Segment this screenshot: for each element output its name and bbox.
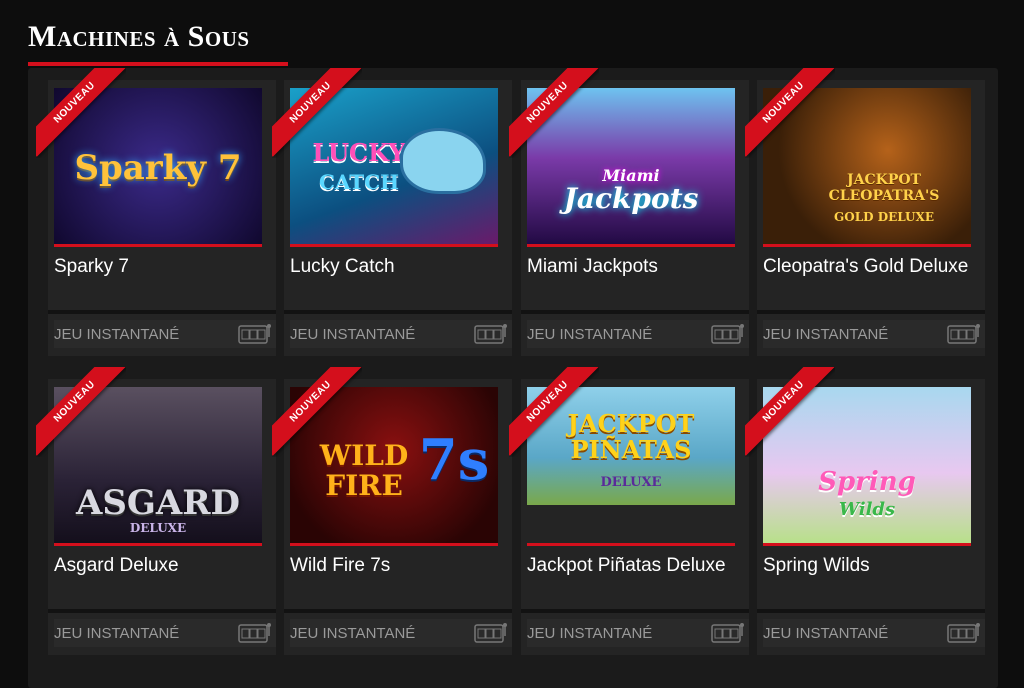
play-mode-label[interactable]: JEU INSTANTANÉ	[763, 625, 888, 642]
game-card[interactable]: NOUVEAU LUCKY CATCH Lucky Catch JEU INST…	[272, 68, 512, 356]
play-bar[interactable]: JEU INSTANTANÉ	[54, 619, 276, 647]
slot-machine-icon	[711, 623, 744, 643]
card-divider	[284, 310, 512, 314]
game-name[interactable]: Miami Jackpots	[527, 256, 658, 278]
art-title: ASGARD	[75, 483, 241, 523]
card-divider	[757, 609, 985, 613]
art-subtitle: DELUXE	[129, 521, 187, 535]
game-name[interactable]: Sparky 7	[54, 256, 129, 278]
thumb-accent-line	[527, 543, 735, 546]
slot-machine-icon	[947, 324, 980, 344]
game-name[interactable]: Wild Fire 7s	[290, 555, 390, 577]
card-divider	[48, 310, 276, 314]
new-ribbon: NOUVEAU	[36, 367, 126, 457]
new-ribbon: NOUVEAU	[745, 367, 835, 457]
slot-machine-icon	[238, 324, 271, 344]
play-bar[interactable]: JEU INSTANTANÉ	[527, 619, 749, 647]
play-mode-label[interactable]: JEU INSTANTANÉ	[290, 326, 415, 343]
art-subtitle: GOLD DELUXE	[834, 210, 934, 224]
play-bar[interactable]: JEU INSTANTANÉ	[290, 619, 512, 647]
play-mode-label[interactable]: JEU INSTANTANÉ	[54, 326, 179, 343]
games-grid: NOUVEAU Sparky 7 Sparky 7 JEU INSTANTANÉ…	[28, 68, 998, 688]
game-card[interactable]: NOUVEAU JACKPOT PIÑATAS DELUXE Jackpot P…	[509, 367, 749, 655]
game-name[interactable]: Lucky Catch	[290, 256, 395, 278]
slot-machine-icon	[474, 623, 507, 643]
new-ribbon: NOUVEAU	[36, 68, 126, 158]
new-ribbon: NOUVEAU	[745, 68, 835, 158]
play-bar[interactable]: JEU INSTANTANÉ	[763, 619, 985, 647]
game-card[interactable]: NOUVEAU Miami Jackpots Miami Jackpots JE…	[509, 68, 749, 356]
title-underline	[28, 62, 288, 66]
thumb-accent-line	[763, 543, 971, 546]
art-subtitle: Wilds	[838, 499, 896, 520]
thumb-accent-line	[54, 244, 262, 247]
card-divider	[48, 609, 276, 613]
art-title: Spring	[818, 467, 916, 497]
new-ribbon: NOUVEAU	[509, 68, 599, 158]
thumb-accent-line	[290, 543, 498, 546]
play-bar[interactable]: JEU INSTANTANÉ	[54, 320, 276, 348]
game-name[interactable]: Spring Wilds	[763, 555, 870, 577]
thumb-accent-line	[290, 244, 498, 247]
play-bar[interactable]: JEU INSTANTANÉ	[527, 320, 749, 348]
art-title: JACKPOT CLEOPATRA'S	[828, 172, 940, 204]
play-mode-label[interactable]: JEU INSTANTANÉ	[527, 625, 652, 642]
game-card[interactable]: NOUVEAU Spring Wilds Spring Wilds JEU IN…	[745, 367, 985, 655]
game-name[interactable]: Jackpot Piñatas Deluxe	[527, 555, 726, 577]
slot-machine-icon	[711, 324, 744, 344]
thumb-accent-line	[527, 244, 735, 247]
thumb-accent-line	[763, 244, 971, 247]
thumb-accent-line	[54, 543, 262, 546]
new-ribbon: NOUVEAU	[272, 68, 362, 158]
card-divider	[521, 310, 749, 314]
slot-machine-icon	[947, 623, 980, 643]
game-card[interactable]: NOUVEAU Sparky 7 Sparky 7 JEU INSTANTANÉ	[36, 68, 276, 356]
game-card[interactable]: NOUVEAU ASGARD DELUXE Asgard Deluxe JEU …	[36, 367, 276, 655]
card-divider	[757, 310, 985, 314]
play-mode-label[interactable]: JEU INSTANTANÉ	[54, 625, 179, 642]
art-subtitle: DELUXE	[600, 475, 662, 490]
card-divider	[284, 609, 512, 613]
game-card[interactable]: NOUVEAU JACKPOT CLEOPATRA'S GOLD DELUXE …	[745, 68, 985, 356]
art-subtitle: Jackpots	[563, 182, 699, 215]
art-subtitle: 7s	[418, 427, 490, 493]
play-mode-label[interactable]: JEU INSTANTANÉ	[290, 625, 415, 642]
slot-machine-icon	[238, 623, 271, 643]
game-name[interactable]: Asgard Deluxe	[54, 555, 179, 577]
play-mode-label[interactable]: JEU INSTANTANÉ	[763, 326, 888, 343]
new-ribbon: NOUVEAU	[272, 367, 362, 457]
slot-machine-icon	[474, 324, 507, 344]
play-bar[interactable]: JEU INSTANTANÉ	[763, 320, 985, 348]
play-bar[interactable]: JEU INSTANTANÉ	[290, 320, 512, 348]
page-title: Machines à Sous	[28, 20, 250, 53]
card-divider	[521, 609, 749, 613]
play-mode-label[interactable]: JEU INSTANTANÉ	[527, 326, 652, 343]
game-card[interactable]: NOUVEAU WILD FIRE 7s Wild Fire 7s JEU IN…	[272, 367, 512, 655]
new-ribbon: NOUVEAU	[509, 367, 599, 457]
game-name[interactable]: Cleopatra's Gold Deluxe	[763, 256, 968, 278]
